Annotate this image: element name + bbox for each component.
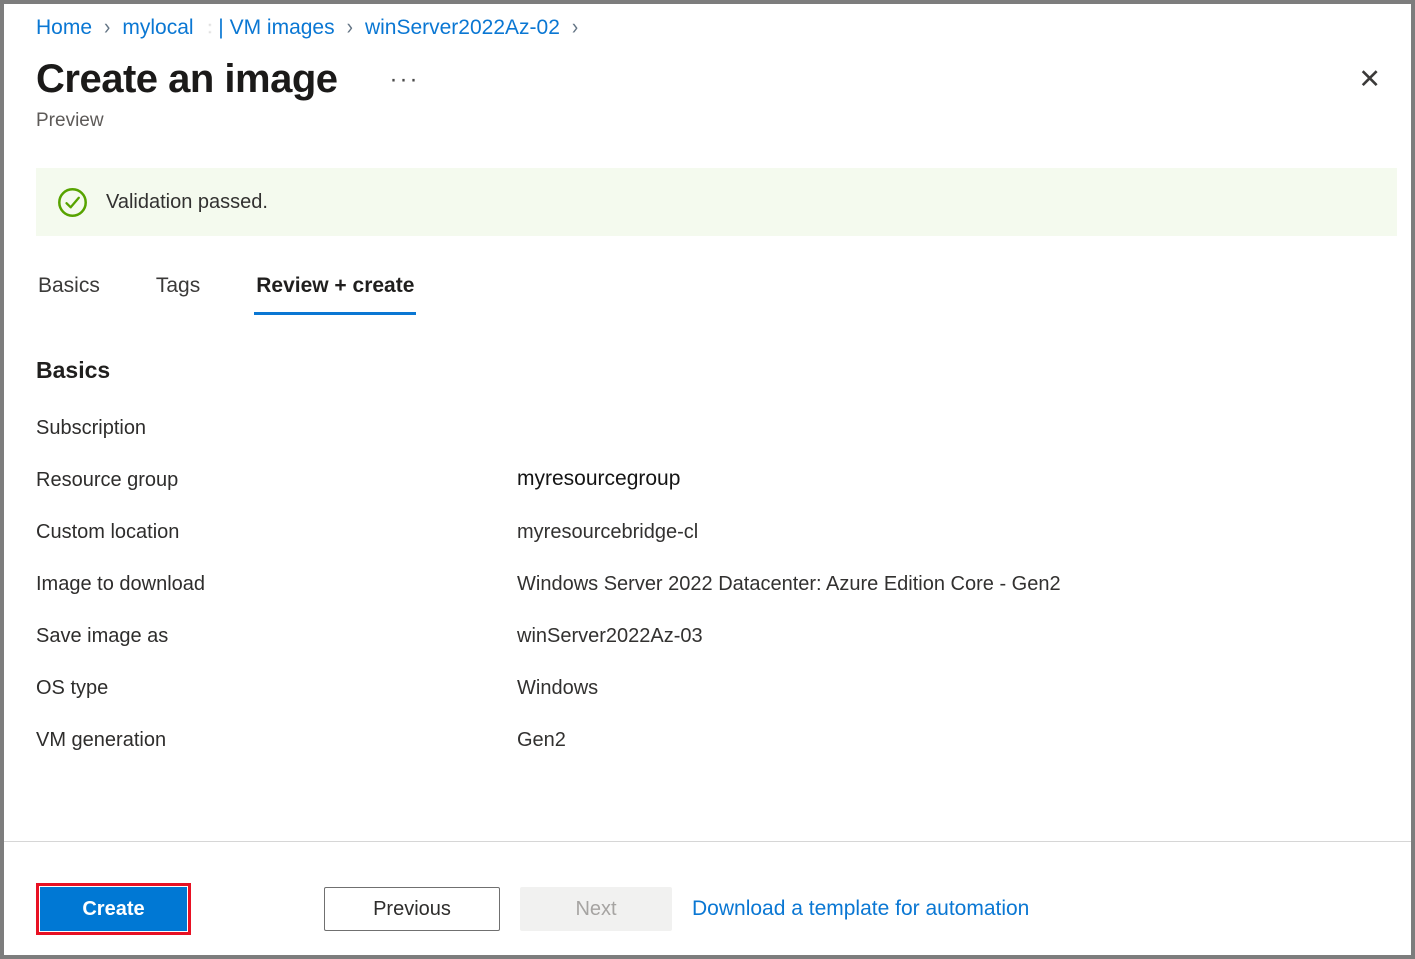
close-icon[interactable]: ✕ <box>1354 64 1385 94</box>
field-row-save-image-as: Save image as winServer2022Az-03 <box>36 625 1397 677</box>
create-image-panel: Home › mylocal : | VM images › winServer… <box>0 0 1415 959</box>
field-value: myresourcebridge-cl <box>517 521 698 544</box>
field-value: Windows <box>517 677 598 700</box>
page-title: Create an image <box>36 56 338 102</box>
field-value: myresourcegroup <box>517 467 680 491</box>
field-label: Save image as <box>36 625 517 648</box>
breadcrumb-chevron-icon: › <box>572 15 578 40</box>
validation-message: Validation passed. <box>106 191 268 214</box>
tab-review-create[interactable]: Review + create <box>254 264 416 315</box>
field-row-vm-generation: VM generation Gen2 <box>36 729 1397 781</box>
create-button[interactable]: Create <box>40 887 187 931</box>
footer: Create Previous Next Download a template… <box>4 841 1411 935</box>
tab-bar: Basics Tags Review + create <box>36 264 1397 315</box>
redacted-text-artifact: : <box>208 18 213 38</box>
previous-button[interactable]: Previous <box>324 887 500 931</box>
summary-fields: Subscription Resource group myresourcegr… <box>36 417 1397 781</box>
breadcrumb-link-home[interactable]: Home <box>36 16 92 40</box>
breadcrumb-link-mylocal[interactable]: mylocal <box>122 16 193 40</box>
field-label: Subscription <box>36 417 517 440</box>
breadcrumb-link-vm-images[interactable]: | VM images <box>218 16 334 40</box>
next-button[interactable]: Next <box>520 887 672 931</box>
field-row-os-type: OS type Windows <box>36 677 1397 729</box>
field-value: Windows Server 2022 Datacenter: Azure Ed… <box>517 573 1061 596</box>
section-heading-basics: Basics <box>36 357 1397 384</box>
create-button-highlight: Create <box>36 883 191 935</box>
breadcrumb: Home › mylocal : | VM images › winServer… <box>36 16 1397 40</box>
tab-basics[interactable]: Basics <box>36 264 102 315</box>
tab-tags[interactable]: Tags <box>154 264 202 315</box>
validation-banner: Validation passed. <box>36 168 1397 236</box>
field-row-custom-location: Custom location myresourcebridge-cl <box>36 521 1397 573</box>
success-check-icon <box>57 187 88 218</box>
breadcrumb-chevron-icon: › <box>347 15 353 40</box>
field-label: Image to download <box>36 573 517 596</box>
field-label: Resource group <box>36 469 517 492</box>
breadcrumb-chevron-icon: › <box>104 15 110 40</box>
preview-label: Preview <box>36 110 1397 132</box>
field-label: VM generation <box>36 729 517 752</box>
breadcrumb-link-winserver2022az-02[interactable]: winServer2022Az-02 <box>365 16 560 40</box>
field-row-subscription: Subscription <box>36 417 1397 469</box>
field-row-resource-group: Resource group myresourcegroup <box>36 469 1397 521</box>
title-row: Create an image ··· ✕ <box>36 56 1397 102</box>
field-row-image-to-download: Image to download Windows Server 2022 Da… <box>36 573 1397 625</box>
more-options-icon[interactable]: ··· <box>390 70 420 90</box>
field-label: OS type <box>36 677 517 700</box>
field-value: winServer2022Az-03 <box>517 625 703 648</box>
download-template-link[interactable]: Download a template for automation <box>692 897 1029 921</box>
field-value: Gen2 <box>517 729 566 752</box>
field-label: Custom location <box>36 521 517 544</box>
